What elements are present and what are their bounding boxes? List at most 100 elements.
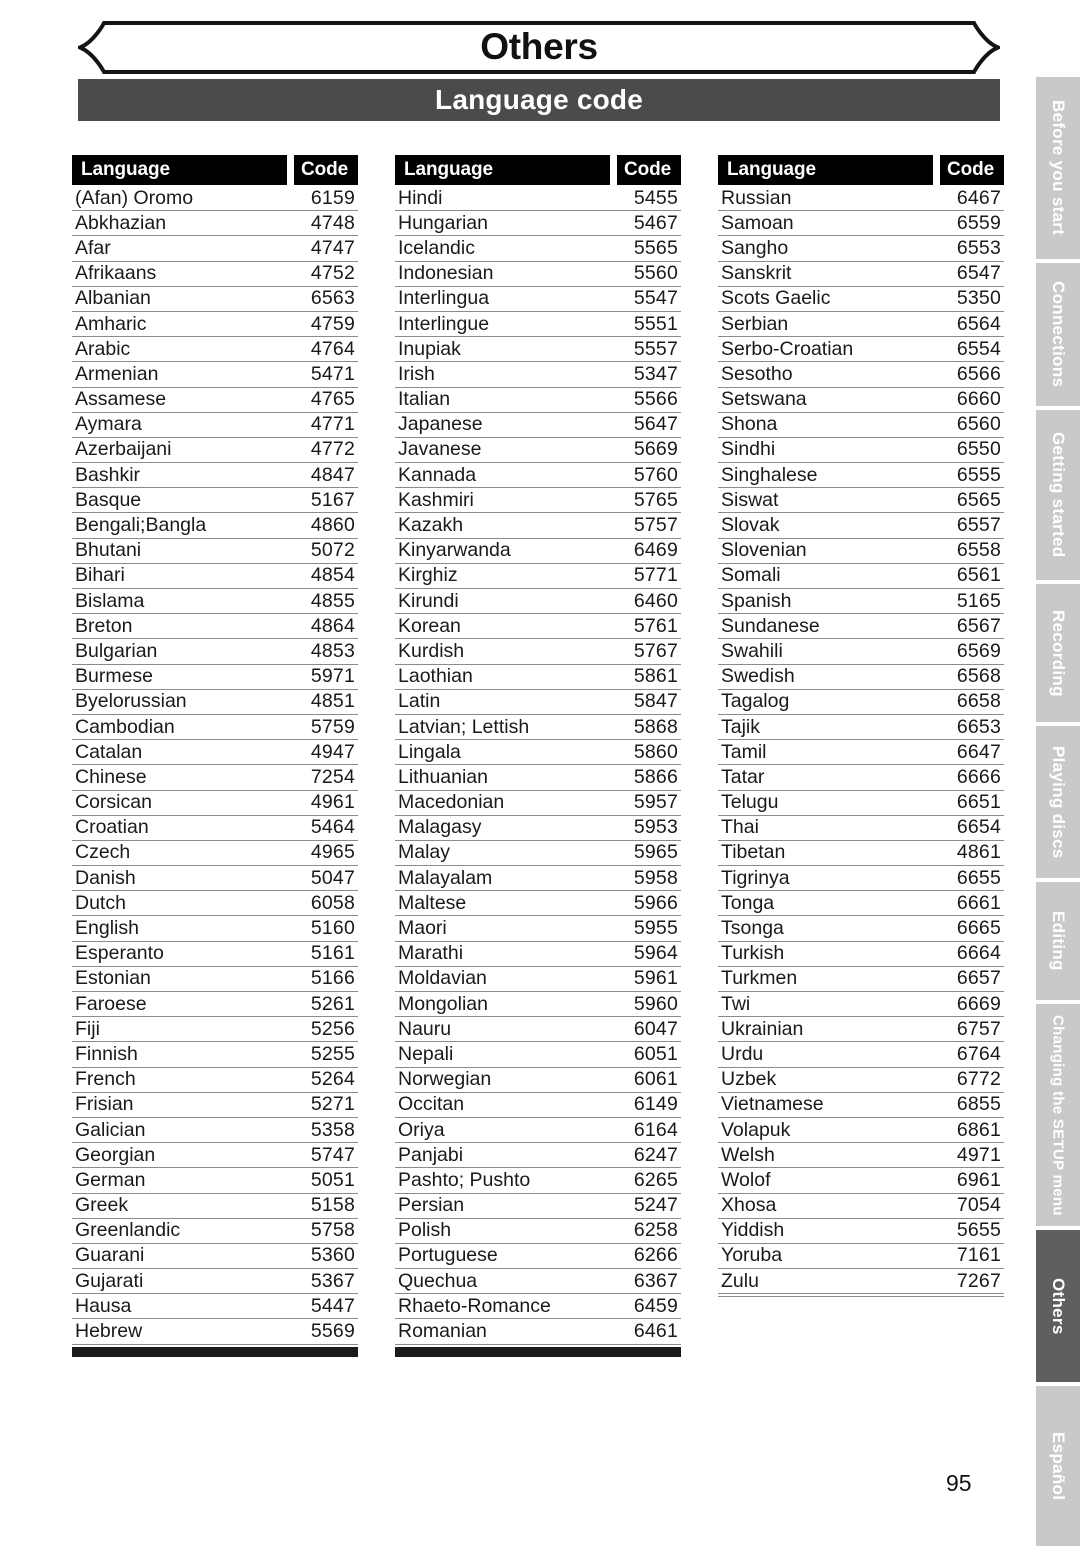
section-tab-label: Others: [1049, 1277, 1068, 1335]
table-row: Kinyarwanda 6469: [395, 539, 681, 564]
language-name: Vietnamese: [721, 1093, 824, 1116]
language-code: 4864: [310, 614, 355, 637]
language-name: Greenlandic: [75, 1219, 181, 1242]
language-name: Singhalese: [721, 463, 818, 486]
table-row: Arabic 4764: [72, 337, 358, 363]
section-tab-strip: Before you start Connections Getting start…: [1036, 77, 1080, 1546]
language-code-column: Language Code Hindi 5455 Hungarian 5467 Icelan…: [395, 155, 681, 1357]
language-code: 6367: [633, 1269, 678, 1292]
section-tab[interactable]: Recording: [1036, 584, 1080, 722]
language-code: 7161: [956, 1244, 1001, 1267]
section-tab[interactable]: Connections: [1036, 263, 1080, 406]
table-row: Tatar 6666: [718, 765, 1004, 791]
language-name: Tonga: [721, 891, 775, 914]
language-name: Serbo-Croatian: [721, 337, 854, 360]
section-tab-label: Español: [1049, 1431, 1068, 1501]
language-code: 5160: [310, 917, 355, 940]
language-name: Portuguese: [398, 1244, 498, 1267]
language-name: Czech: [75, 841, 131, 864]
table-row: Finnish 5255: [72, 1042, 358, 1068]
language-name: Bulgarian: [75, 639, 158, 662]
language-name: Turkmen: [721, 967, 798, 990]
language-code: 5566: [633, 388, 678, 411]
section-tab[interactable]: Getting started: [1036, 410, 1080, 580]
language-code: 6469: [633, 539, 678, 562]
section-tab[interactable]: Español: [1036, 1386, 1080, 1546]
table-row: Croatian 5464: [72, 816, 358, 841]
language-code: 6266: [633, 1244, 678, 1267]
table-row: Irish 5347: [395, 362, 681, 388]
language-name: Byelorussian: [75, 690, 187, 713]
language-name: Georgian: [75, 1143, 156, 1166]
section-tab[interactable]: Others: [1036, 1230, 1080, 1382]
language-code: 5360: [310, 1244, 355, 1267]
language-name: Danish: [75, 866, 136, 889]
language-code: 5358: [310, 1118, 355, 1141]
table-end-rule: [72, 1346, 358, 1357]
language-name: Albanian: [75, 287, 151, 310]
table-row: Danish 5047: [72, 866, 358, 892]
language-code: 6961: [956, 1168, 1001, 1191]
language-code: 5547: [633, 287, 678, 310]
table-row: Afrikaans 4752: [72, 262, 358, 287]
table-row: Laothian 5861: [395, 665, 681, 690]
language-name: Hindi: [398, 186, 443, 209]
table-row: Maltese 5966: [395, 891, 681, 917]
language-name: Setswana: [721, 388, 807, 411]
language-code: 5569: [310, 1320, 355, 1343]
table-row: Serbo-Croatian 6554: [718, 337, 1004, 363]
language-name: Sundanese: [721, 614, 820, 637]
table-row: Kashmiri 5765: [395, 488, 681, 514]
section-tab[interactable]: Changing the SETUP menu: [1036, 1004, 1080, 1226]
language-code: 4771: [310, 413, 355, 436]
table-row: Kirundi 6460: [395, 589, 681, 615]
language-name: Javanese: [398, 438, 482, 461]
table-row: Aymara 4771: [72, 413, 358, 438]
language-name: Assamese: [75, 388, 167, 411]
table-row: Scots Gaelic 5350: [718, 287, 1004, 312]
language-name: Kannada: [398, 463, 477, 486]
language-code: 6461: [633, 1320, 678, 1343]
language-name: Slovak: [721, 514, 780, 537]
language-name: Amharic: [75, 312, 147, 335]
language-name: Yiddish: [721, 1219, 785, 1242]
language-name: Nauru: [398, 1017, 452, 1040]
language-code: 6164: [633, 1118, 678, 1141]
language-name: Maori: [398, 917, 447, 940]
table-row: Interlingue 5551: [395, 312, 681, 338]
language-code: 6653: [956, 715, 1001, 738]
language-name: Esperanto: [75, 942, 164, 965]
language-code: 6467: [956, 186, 1001, 209]
table-row: Welsh 4971: [718, 1143, 1004, 1169]
language-name: Siswat: [721, 488, 779, 511]
language-code: 5471: [310, 362, 355, 385]
table-row: Russian 6467: [718, 186, 1004, 212]
language-name: Samoan: [721, 211, 794, 234]
page-banner: Others: [78, 20, 1000, 75]
language-code: 5961: [633, 967, 678, 990]
language-name: Guarani: [75, 1244, 145, 1267]
language-name: Tagalog: [721, 690, 790, 713]
table-row: Amharic 4759: [72, 312, 358, 338]
table-row: Serbian 6564: [718, 312, 1004, 338]
table-row: Sindhi 6550: [718, 438, 1004, 464]
table-row: Tsonga 6665: [718, 916, 1004, 942]
language-name: Kirundi: [398, 589, 459, 612]
language-code: 5256: [310, 1017, 355, 1040]
table-body: Russian 6467 Samoan 6559 Sangho 6553 Sanskrit 6…: [718, 186, 1004, 1295]
language-name: Kinyarwanda: [398, 539, 511, 562]
table-row: Latin 5847: [395, 690, 681, 715]
section-tab[interactable]: Before you start: [1036, 77, 1080, 259]
language-name: Oriya: [398, 1118, 445, 1141]
section-tab[interactable]: Playing discs: [1036, 726, 1080, 878]
language-name: Bashkir: [75, 463, 141, 486]
language-name: (Afan) Oromo: [75, 186, 194, 209]
language-name: Aymara: [75, 413, 142, 436]
language-code: 6855: [956, 1093, 1001, 1116]
language-code: 6661: [956, 891, 1001, 914]
table-row: Azerbaijani 4772: [72, 438, 358, 464]
section-tab[interactable]: Editing: [1036, 882, 1080, 1000]
language-name: Bhutani: [75, 539, 142, 562]
language-code: 5347: [633, 362, 678, 385]
language-code: 6569: [956, 639, 1001, 662]
